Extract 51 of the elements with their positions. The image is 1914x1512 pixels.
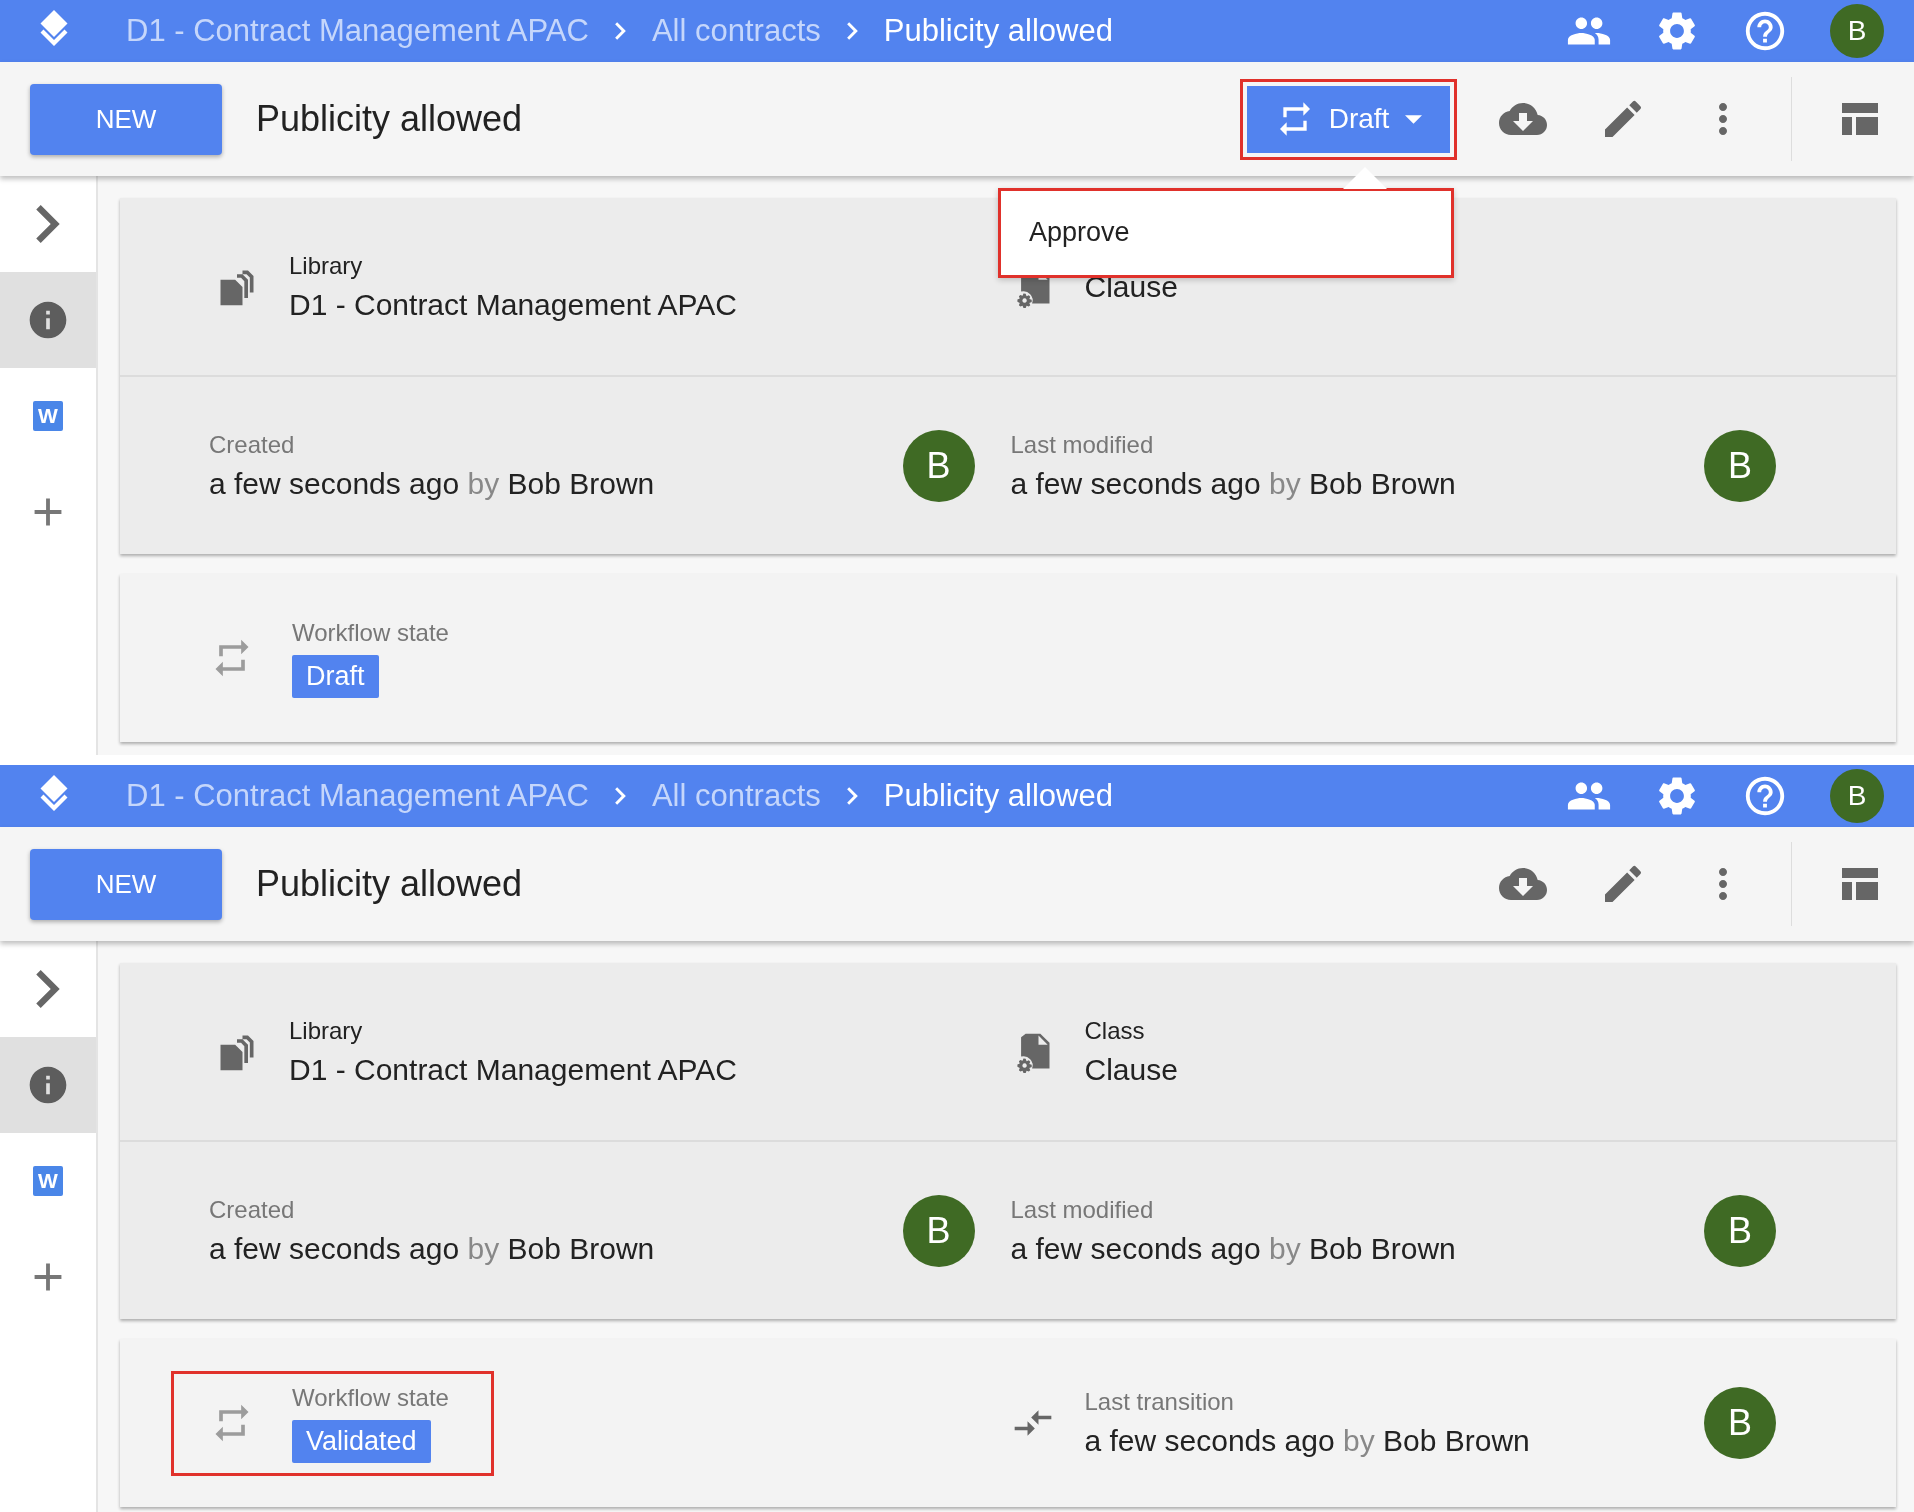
word-document-icon: W — [33, 401, 63, 431]
chevron-icon — [846, 787, 858, 805]
breadcrumb-link[interactable]: All contracts — [651, 778, 821, 814]
user-avatar: B — [902, 1194, 975, 1267]
field-value: Clause — [1084, 1052, 1179, 1087]
breadcrumb-link[interactable]: D1 - Contract Management APAC — [126, 778, 589, 814]
audit-text: a few seconds ago by Bob Brown — [1010, 1231, 1457, 1266]
field-label: Workflow state — [292, 618, 449, 647]
breadcrumb-link[interactable]: All contracts — [651, 13, 821, 49]
field-label: Created — [209, 430, 296, 459]
audit-text: a few seconds ago by Bob Brown — [1010, 466, 1457, 501]
caret-icon — [1405, 114, 1423, 124]
user-avatar: B — [1830, 4, 1884, 58]
user-avatar: B — [902, 429, 975, 502]
chevron-icon — [846, 22, 858, 40]
field-label: Class — [1084, 1016, 1146, 1045]
audit-text: a few seconds ago by Bob Brown — [209, 1231, 656, 1266]
user-avatar: B — [1704, 1387, 1776, 1459]
new-button[interactable]: NEW — [30, 848, 222, 920]
field-label: Library — [289, 251, 364, 280]
chevron-icon — [614, 22, 626, 40]
audit-text: a few seconds ago by Bob Brown — [1084, 1424, 1531, 1458]
user-avatar: B — [1830, 769, 1884, 823]
audit-text: a few seconds ago by Bob Brown — [209, 466, 656, 501]
field-value: Clause — [1084, 269, 1179, 304]
word-document-icon: W — [33, 1166, 63, 1196]
field-label: Library — [289, 1016, 364, 1045]
field-label: Last modified — [1010, 430, 1155, 459]
field-value: D1 - Contract Management APAC — [289, 287, 738, 322]
sidebar-item[interactable]: W — [0, 1133, 96, 1229]
user-avatar: B — [1704, 1194, 1776, 1267]
sidebar-item[interactable] — [0, 272, 96, 368]
menu-item[interactable]: Approve — [1001, 217, 1158, 248]
field-label: Created — [209, 1195, 296, 1224]
state-badge: Validated — [292, 1419, 431, 1463]
new-button[interactable]: NEW — [30, 83, 222, 155]
document-title: Publicity allowed — [256, 863, 524, 905]
document-title: Publicity allowed — [256, 98, 524, 140]
sidebar-item[interactable] — [0, 1037, 96, 1133]
field-label: Last transition — [1084, 1388, 1235, 1416]
state-badge: Draft — [292, 654, 379, 698]
field-label: Last modified — [1010, 1195, 1155, 1224]
state-button[interactable]: Draft — [1247, 85, 1450, 153]
breadcrumb-link[interactable]: Publicity allowed — [883, 13, 1113, 49]
user-avatar: B — [1704, 429, 1776, 502]
field-label: Workflow state — [292, 1383, 449, 1412]
chevron-icon — [614, 787, 626, 805]
breadcrumb-link[interactable]: Publicity allowed — [883, 778, 1113, 814]
sidebar-item[interactable]: W — [0, 368, 96, 464]
field-value: D1 - Contract Management APAC — [289, 1052, 738, 1087]
breadcrumb-link[interactable]: D1 - Contract Management APAC — [126, 13, 589, 49]
